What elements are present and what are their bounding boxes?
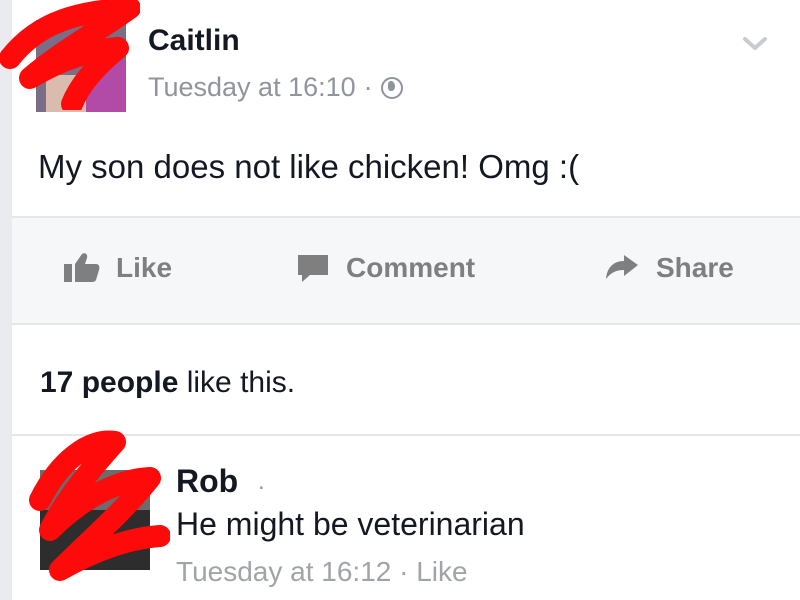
redaction-scribble [0, 0, 140, 110]
post-author-name[interactable]: Caitlin [148, 24, 240, 58]
like-button[interactable]: Like [62, 252, 172, 284]
share-label: Share [656, 252, 734, 283]
like-label: Like [116, 252, 173, 283]
post-text: My son does not like chicken! Omg :( [38, 148, 580, 185]
meta-separator: · [363, 72, 373, 102]
share-arrow-icon [604, 253, 640, 283]
likes-count: 17 people [40, 366, 179, 399]
comment-label: Comment [346, 252, 476, 283]
post-meta: Tuesday at 16:10 · [148, 72, 403, 103]
chevron-down-icon[interactable] [742, 36, 768, 52]
comment-author-name[interactable]: Rob [176, 463, 238, 500]
globe-icon [380, 76, 403, 99]
likes-suffix: like this. [178, 366, 296, 399]
likes-summary[interactable]: 17 people like this. [40, 366, 295, 400]
comment-icon [296, 253, 330, 283]
comment-button[interactable]: Comment [296, 252, 475, 284]
share-button[interactable]: Share [604, 252, 734, 284]
comment-meta[interactable]: Tuesday at 16:12 · Like [176, 556, 468, 588]
redaction-scribble [29, 430, 170, 581]
thumbs-up-icon [62, 252, 100, 284]
divider [12, 323, 800, 325]
comment-text: He might be veterinarian [176, 506, 525, 542]
comment-author-suffix: . [258, 468, 265, 495]
post-timestamp[interactable]: Tuesday at 16:10 [148, 72, 356, 103]
